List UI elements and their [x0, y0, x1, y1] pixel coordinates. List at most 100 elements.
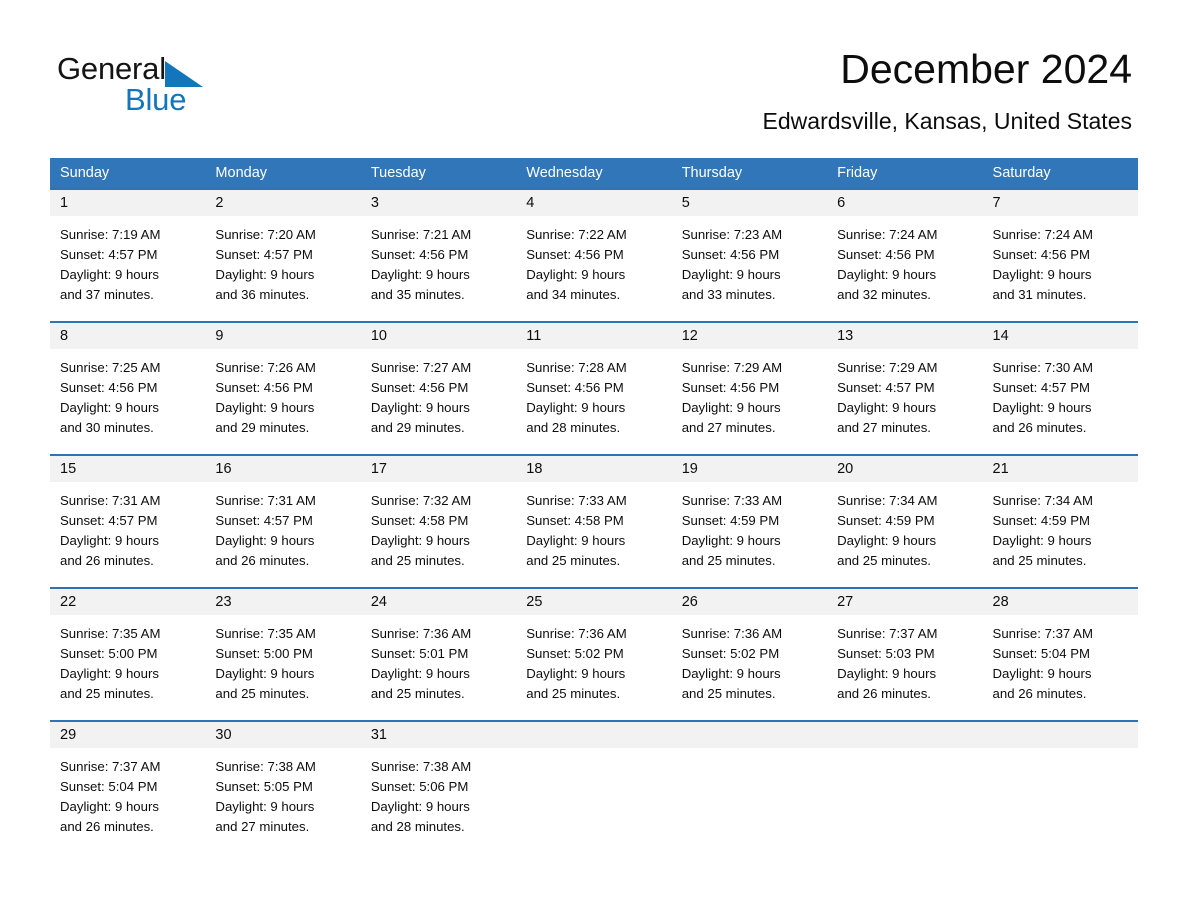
sunrise-text: Sunrise: 7:34 AM: [837, 493, 938, 508]
day-cell[interactable]: 26 Sunrise: 7:36 AM Sunset: 5:02 PM Dayl…: [671, 589, 828, 720]
daylight-text-line1: Daylight: 9 hours: [60, 400, 159, 415]
day-cell[interactable]: 5 Sunrise: 7:23 AM Sunset: 4:56 PM Dayli…: [671, 190, 828, 321]
day-cell[interactable]: 23 Sunrise: 7:35 AM Sunset: 5:00 PM Dayl…: [205, 589, 361, 720]
sunrise-text: Sunrise: 7:34 AM: [992, 493, 1093, 508]
day-number: 22: [60, 594, 77, 610]
day-number-band: [671, 722, 828, 748]
day-number-band: 19: [671, 456, 828, 482]
day-cell[interactable]: 8 Sunrise: 7:25 AM Sunset: 4:56 PM Dayli…: [50, 323, 206, 454]
day-cell[interactable]: 17 Sunrise: 7:32 AM Sunset: 4:58 PM Dayl…: [360, 456, 517, 587]
daylight-text-line1: Daylight: 9 hours: [215, 799, 315, 814]
daylight-text-line1: Daylight: 9 hours: [370, 267, 470, 282]
day-cell[interactable]: 4 Sunrise: 7:22 AM Sunset: 4:56 PM Dayli…: [516, 190, 672, 321]
day-cell[interactable]: 3 Sunrise: 7:21 AM Sunset: 4:56 PM Dayli…: [360, 190, 517, 321]
day-cell[interactable]: 9 Sunrise: 7:26 AM Sunset: 4:56 PM Dayli…: [205, 323, 361, 454]
daylight-text-line1: Daylight: 9 hours: [526, 400, 626, 415]
day-cell[interactable]: 15 Sunrise: 7:31 AM Sunset: 4:57 PM Dayl…: [50, 456, 206, 587]
sunrise-text: Sunrise: 7:35 AM: [60, 626, 161, 641]
daylight-text-line2: and 26 minutes.: [60, 819, 154, 834]
day-cell[interactable]: 7 Sunrise: 7:24 AM Sunset: 4:56 PM Dayli…: [982, 190, 1138, 321]
day-cell-empty: [671, 722, 828, 853]
daylight-text-line1: Daylight: 9 hours: [992, 533, 1092, 548]
day-cell[interactable]: 25 Sunrise: 7:36 AM Sunset: 5:02 PM Dayl…: [516, 589, 672, 720]
day-number-band: 8: [50, 323, 206, 349]
sunrise-text: Sunrise: 7:37 AM: [60, 759, 161, 774]
daylight-text-line1: Daylight: 9 hours: [526, 533, 626, 548]
day-number-band: 10: [360, 323, 517, 349]
week-row: 22 Sunrise: 7:35 AM Sunset: 5:00 PM Dayl…: [50, 587, 1138, 720]
day-info: Sunrise: 7:31 AM Sunset: 4:57 PM Dayligh…: [205, 482, 360, 571]
generalblue-logo[interactable]: General Blue: [57, 50, 237, 124]
day-number-band: 27: [827, 589, 983, 615]
day-cell[interactable]: 31 Sunrise: 7:38 AM Sunset: 5:06 PM Dayl…: [360, 722, 517, 853]
day-cell[interactable]: 30 Sunrise: 7:38 AM Sunset: 5:05 PM Dayl…: [205, 722, 361, 853]
day-cell[interactable]: 6 Sunrise: 7:24 AM Sunset: 4:56 PM Dayli…: [827, 190, 983, 321]
day-cell[interactable]: 16 Sunrise: 7:31 AM Sunset: 4:57 PM Dayl…: [205, 456, 361, 587]
sunset-text: Sunset: 4:57 PM: [60, 513, 158, 528]
day-number: 30: [215, 727, 232, 743]
day-number-band: 12: [671, 323, 828, 349]
day-number: 11: [526, 328, 542, 344]
day-cell[interactable]: 24 Sunrise: 7:36 AM Sunset: 5:01 PM Dayl…: [360, 589, 517, 720]
sunrise-text: Sunrise: 7:27 AM: [370, 360, 472, 375]
daylight-text-line1: Daylight: 9 hours: [215, 666, 315, 681]
sunrise-text: Sunrise: 7:21 AM: [370, 227, 472, 242]
day-cell[interactable]: 22 Sunrise: 7:35 AM Sunset: 5:00 PM Dayl…: [50, 589, 206, 720]
daylight-text-line2: and 25 minutes.: [681, 686, 776, 701]
day-cell[interactable]: 2 Sunrise: 7:20 AM Sunset: 4:57 PM Dayli…: [205, 190, 361, 321]
day-cell[interactable]: 28 Sunrise: 7:37 AM Sunset: 5:04 PM Dayl…: [982, 589, 1138, 720]
day-cell[interactable]: 11 Sunrise: 7:28 AM Sunset: 4:56 PM Dayl…: [516, 323, 672, 454]
day-number: 29: [60, 727, 77, 743]
sunrise-text: Sunrise: 7:33 AM: [526, 493, 627, 508]
daylight-text-line1: Daylight: 9 hours: [992, 400, 1092, 415]
sunset-text: Sunset: 4:57 PM: [837, 380, 935, 395]
day-cell[interactable]: 1 Sunrise: 7:19 AM Sunset: 4:57 PM Dayli…: [50, 190, 206, 321]
daylight-text-line1: Daylight: 9 hours: [837, 666, 937, 681]
day-number: 19: [681, 461, 698, 477]
day-info: Sunrise: 7:36 AM Sunset: 5:02 PM Dayligh…: [672, 615, 827, 704]
logo-text-blue: Blue: [125, 82, 187, 117]
daylight-text-line2: and 28 minutes.: [526, 420, 621, 435]
day-number: 17: [370, 461, 387, 477]
day-cell[interactable]: 19 Sunrise: 7:33 AM Sunset: 4:59 PM Dayl…: [671, 456, 828, 587]
day-info: Sunrise: 7:38 AM Sunset: 5:05 PM Dayligh…: [205, 748, 360, 837]
sunset-text: Sunset: 4:58 PM: [526, 513, 624, 528]
day-number: 24: [370, 594, 387, 610]
day-cell[interactable]: 10 Sunrise: 7:27 AM Sunset: 4:56 PM Dayl…: [360, 323, 517, 454]
sunrise-text: Sunrise: 7:20 AM: [215, 227, 316, 242]
sunset-text: Sunset: 4:56 PM: [681, 380, 780, 395]
sunrise-text: Sunrise: 7:37 AM: [837, 626, 938, 641]
day-cell[interactable]: 13 Sunrise: 7:29 AM Sunset: 4:57 PM Dayl…: [827, 323, 983, 454]
day-cell[interactable]: 27 Sunrise: 7:37 AM Sunset: 5:03 PM Dayl…: [827, 589, 983, 720]
page-header: General Blue December 2024 Edwardsville,…: [0, 0, 1188, 134]
daylight-text-line1: Daylight: 9 hours: [837, 267, 937, 282]
day-info: Sunrise: 7:20 AM Sunset: 4:57 PM Dayligh…: [205, 216, 360, 305]
daylight-text-line1: Daylight: 9 hours: [215, 267, 315, 282]
daylight-text-line2: and 25 minutes.: [215, 686, 310, 701]
day-cell[interactable]: 21 Sunrise: 7:34 AM Sunset: 4:59 PM Dayl…: [982, 456, 1138, 587]
day-info: Sunrise: 7:24 AM Sunset: 4:56 PM Dayligh…: [983, 216, 1138, 305]
day-info: Sunrise: 7:37 AM Sunset: 5:04 PM Dayligh…: [983, 615, 1138, 704]
day-number-band: 15: [50, 456, 206, 482]
day-cell[interactable]: 20 Sunrise: 7:34 AM Sunset: 4:59 PM Dayl…: [827, 456, 983, 587]
day-number-band: 20: [827, 456, 983, 482]
day-cell[interactable]: 18 Sunrise: 7:33 AM Sunset: 4:58 PM Dayl…: [516, 456, 672, 587]
daylight-text-line1: Daylight: 9 hours: [992, 267, 1092, 282]
day-number: 9: [215, 328, 224, 344]
day-cell[interactable]: 14 Sunrise: 7:30 AM Sunset: 4:57 PM Dayl…: [982, 323, 1138, 454]
daylight-text-line1: Daylight: 9 hours: [370, 533, 470, 548]
day-number: 26: [681, 594, 698, 610]
day-info: Sunrise: 7:38 AM Sunset: 5:06 PM Dayligh…: [361, 748, 516, 837]
day-cell[interactable]: 29 Sunrise: 7:37 AM Sunset: 5:04 PM Dayl…: [50, 722, 206, 853]
daylight-text-line2: and 27 minutes.: [681, 420, 776, 435]
sunset-text: Sunset: 5:05 PM: [215, 779, 313, 794]
daylight-text-line2: and 26 minutes.: [60, 553, 154, 568]
day-cell[interactable]: 12 Sunrise: 7:29 AM Sunset: 4:56 PM Dayl…: [671, 323, 828, 454]
sunrise-text: Sunrise: 7:33 AM: [681, 493, 783, 508]
weekday-header-tuesday: Tuesday: [370, 165, 426, 181]
daylight-text-line1: Daylight: 9 hours: [370, 666, 470, 681]
daylight-text-line1: Daylight: 9 hours: [60, 666, 159, 681]
week-row: 29 Sunrise: 7:37 AM Sunset: 5:04 PM Dayl…: [50, 720, 1138, 853]
day-info: Sunrise: 7:33 AM Sunset: 4:59 PM Dayligh…: [672, 482, 827, 571]
day-info: Sunrise: 7:29 AM Sunset: 4:57 PM Dayligh…: [827, 349, 982, 438]
